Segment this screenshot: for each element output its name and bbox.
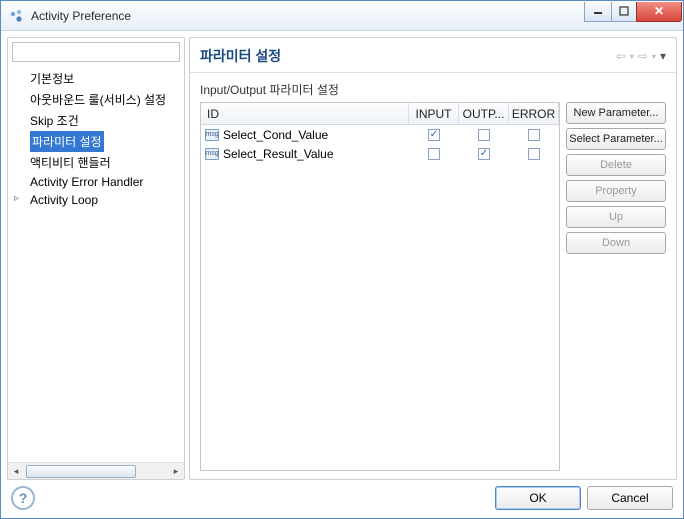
page-title: 파라미터 설정: [200, 46, 616, 66]
msg-icon: msg: [205, 148, 219, 160]
table-row[interactable]: msg Select_Result_Value ✓: [201, 144, 559, 163]
parameter-table: ID INPUT OUTP... ERROR msg Select_Cond_V…: [200, 102, 560, 471]
dialog-footer: ? OK Cancel: [7, 480, 677, 510]
checkbox-input[interactable]: ✓: [428, 129, 440, 141]
table-header: ID INPUT OUTP... ERROR: [201, 103, 559, 125]
page-panel: 파라미터 설정 ⇦ ▾ ⇨ ▾ ▾ Input/Output 파라미터 설정 ID …: [189, 37, 677, 480]
nav-arrows: ⇦ ▾ ⇨ ▾ ▾: [616, 49, 666, 63]
scroll-right-icon[interactable]: ▸: [168, 464, 184, 479]
back-icon[interactable]: ⇦: [616, 49, 626, 63]
minimize-button[interactable]: [584, 2, 612, 22]
back-menu-icon[interactable]: ▾: [630, 52, 634, 61]
group-label: Input/Output 파라미터 설정: [200, 81, 666, 98]
cell-id: msg Select_Result_Value: [201, 144, 409, 163]
maximize-button[interactable]: [611, 2, 637, 22]
window-title: Activity Preference: [31, 9, 585, 23]
checkbox-input[interactable]: [428, 148, 440, 160]
row-id-label: Select_Cond_Value: [223, 128, 328, 142]
msg-icon: msg: [205, 129, 219, 141]
menu-icon[interactable]: ▾: [660, 49, 666, 63]
checkbox-output[interactable]: ✓: [478, 148, 490, 160]
tree-item[interactable]: 아웃바운드 룰(서비스) 설정: [8, 89, 184, 110]
checkbox-error[interactable]: [528, 129, 540, 141]
help-icon[interactable]: ?: [11, 486, 35, 510]
tree-item[interactable]: Skip 조건: [8, 110, 184, 131]
app-icon: [9, 8, 25, 24]
table-row[interactable]: msg Select_Cond_Value ✓: [201, 125, 559, 144]
titlebar[interactable]: Activity Preference ✕: [1, 1, 683, 31]
page-body: Input/Output 파라미터 설정 ID INPUT OUTP... ER…: [190, 73, 676, 479]
tree-item[interactable]: 액티비티 핸들러: [8, 152, 184, 173]
tree-item[interactable]: Activity Error Handler: [8, 173, 184, 191]
cell-id: msg Select_Cond_Value: [201, 125, 409, 144]
col-id[interactable]: ID: [201, 103, 409, 124]
col-output[interactable]: OUTP...: [459, 103, 509, 124]
forward-menu-icon[interactable]: ▾: [652, 52, 656, 61]
button-column: New Parameter... Select Parameter... Del…: [566, 102, 666, 471]
page-header: 파라미터 설정 ⇦ ▾ ⇨ ▾ ▾: [190, 38, 676, 73]
select-parameter-button[interactable]: Select Parameter...: [566, 128, 666, 150]
tree-item-selected[interactable]: 파라미터 설정: [30, 131, 104, 152]
checkbox-output[interactable]: [478, 129, 490, 141]
cancel-button[interactable]: Cancel: [587, 486, 673, 510]
tree-item[interactable]: 기본정보: [8, 68, 184, 89]
category-tree[interactable]: 기본정보 아웃바운드 룰(서비스) 설정 Skip 조건 파라미터 설정 액티비…: [8, 66, 184, 462]
horizontal-scrollbar[interactable]: ◂ ▸: [8, 462, 184, 479]
checkbox-error[interactable]: [528, 148, 540, 160]
close-button[interactable]: ✕: [636, 2, 682, 22]
ok-button[interactable]: OK: [495, 486, 581, 510]
scroll-left-icon[interactable]: ◂: [8, 464, 24, 479]
search-input[interactable]: [12, 42, 180, 62]
delete-button[interactable]: Delete: [566, 154, 666, 176]
property-button[interactable]: Property: [566, 180, 666, 202]
col-input[interactable]: INPUT: [409, 103, 459, 124]
table-body: msg Select_Cond_Value ✓ msg: [201, 125, 559, 470]
dialog-body: 기본정보 아웃바운드 룰(서비스) 설정 Skip 조건 파라미터 설정 액티비…: [1, 31, 683, 518]
down-button[interactable]: Down: [566, 232, 666, 254]
new-parameter-button[interactable]: New Parameter...: [566, 102, 666, 124]
scroll-thumb[interactable]: [26, 465, 136, 478]
tree-item-expandable[interactable]: Activity Loop: [8, 191, 184, 209]
content-area: 기본정보 아웃바운드 룰(서비스) 설정 Skip 조건 파라미터 설정 액티비…: [7, 37, 677, 480]
table-area: ID INPUT OUTP... ERROR msg Select_Cond_V…: [200, 102, 666, 471]
row-id-label: Select_Result_Value: [223, 147, 334, 161]
forward-icon[interactable]: ⇨: [638, 49, 648, 63]
window-buttons: ✕: [585, 2, 682, 22]
up-button[interactable]: Up: [566, 206, 666, 228]
dialog-window: Activity Preference ✕ 기본정보 아웃바운드 룰(서비스) …: [0, 0, 684, 519]
col-error[interactable]: ERROR: [509, 103, 559, 124]
category-panel: 기본정보 아웃바운드 룰(서비스) 설정 Skip 조건 파라미터 설정 액티비…: [7, 37, 185, 480]
